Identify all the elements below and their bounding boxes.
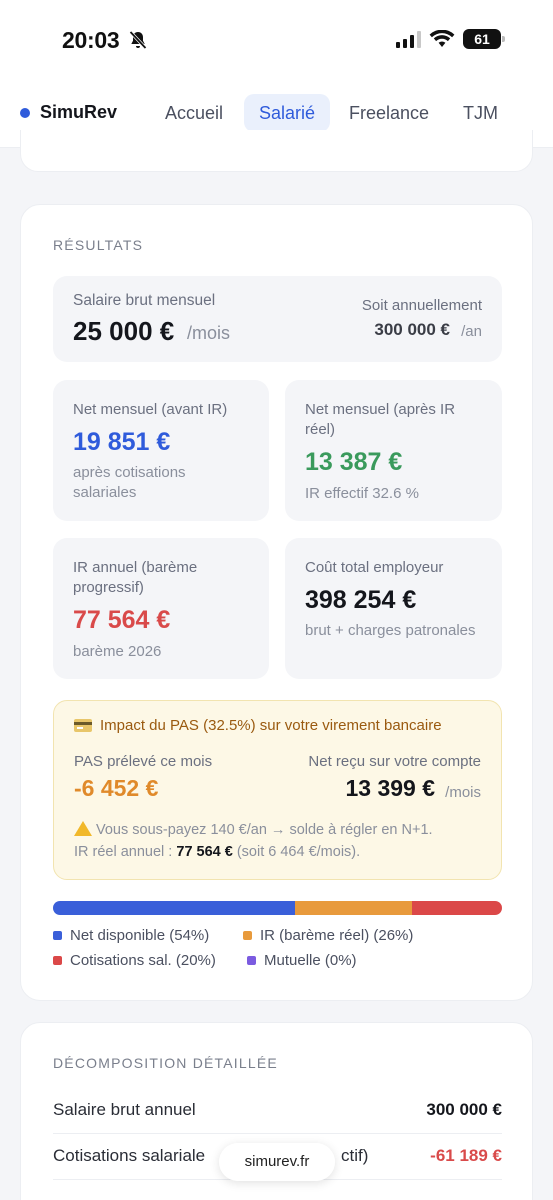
annual-value: 300 000 € <box>374 320 450 339</box>
net-before-ir-box: Net mensuel (avant IR) 19 851 € après co… <box>53 380 269 521</box>
decomp-row-value: -61 189 € <box>430 1146 502 1165</box>
net-after-value: 13 387 € <box>305 448 403 476</box>
status-right: 61 <box>396 29 505 49</box>
legend-ir-label: IR (barème réel) (26%) <box>260 927 414 944</box>
pas-impact-box: Impact du PAS (32.5%) sur votre virement… <box>53 700 502 880</box>
decomp-row-label: Salaire brut annuel <box>53 1100 196 1119</box>
signal-icon <box>396 30 421 48</box>
pas-received-unit: /mois <box>445 784 481 801</box>
legend-mutuelle-label: Mutuelle (0%) <box>264 952 357 969</box>
decomp-row-label-suffix: ctif) <box>341 1146 369 1165</box>
pas-received-value: 13 399 € <box>345 775 435 801</box>
decomp-row: Salaire brut annuel 300 000 € <box>53 1088 502 1134</box>
net-after-label: Net mensuel (après IR réel) <box>305 401 456 438</box>
breakdown-segment <box>53 901 296 915</box>
employer-cost-value: 398 254 € <box>305 586 417 614</box>
legend-mutuelle: Mutuelle (0%) <box>247 952 357 969</box>
tab-tjm[interactable]: TJM <box>448 94 513 132</box>
annual-label: Soit annuellement <box>361 297 482 314</box>
pas-warning-line2-prefix: IR réel annuel : <box>74 844 177 860</box>
legend-cotisations: Cotisations sal. (20%) <box>53 952 216 969</box>
breakdown-bar <box>53 901 502 915</box>
legend-net-label: Net disponible (54%) <box>70 927 210 944</box>
tab-freelance[interactable]: Freelance <box>334 94 444 132</box>
brand[interactable]: SimuRev <box>20 102 117 123</box>
legend-ir: IR (barème réel) (26%) <box>243 927 413 944</box>
ir-annual-label: IR annuel (barème progressif) <box>73 559 198 596</box>
legend-mutuelle-swatch <box>247 956 256 965</box>
site-url-pill[interactable]: simurev.fr <box>219 1143 335 1181</box>
net-before-value: 19 851 € <box>73 428 171 456</box>
legend-net: Net disponible (54%) <box>53 927 209 944</box>
decomp-row-value: 300 000 € <box>426 1100 502 1119</box>
net-after-sub: IR effectif 32.6 % <box>305 485 419 502</box>
pas-warning-line1: Vous sous-payez 140 €/an → solde à régle… <box>96 822 433 838</box>
tab-salarie[interactable]: Salarié <box>244 94 331 132</box>
brand-name: SimuRev <box>40 102 118 122</box>
gross-salary-box: Salaire brut mensuel 25 000 € /mois Soit… <box>53 276 502 362</box>
results-card: RÉSULTATS Salaire brut mensuel 25 000 € … <box>20 204 533 1001</box>
annual-unit: /an <box>461 323 482 340</box>
results-title: RÉSULTATS <box>53 237 144 253</box>
credit-card-icon <box>74 719 92 732</box>
net-after-ir-box: Net mensuel (après IR réel) 13 387 € IR … <box>285 380 502 521</box>
employer-cost-box: Coût total employeur 398 254 € brut + ch… <box>285 538 502 679</box>
status-bar: 20:03 61 <box>0 0 553 78</box>
decomp-row-label: Cotisations salariale <box>53 1146 206 1165</box>
battery-icon: 61 <box>463 29 505 49</box>
pas-withheld-value: -6 452 € <box>74 775 159 801</box>
net-before-sub: après cotisations salariales <box>73 464 186 501</box>
legend-net-swatch <box>53 931 62 940</box>
pas-title-row: Impact du PAS (32.5%) sur votre virement… <box>74 717 442 734</box>
net-before-label: Net mensuel (avant IR) <box>73 401 228 418</box>
gross-unit: /mois <box>187 323 231 343</box>
bell-muted-icon <box>129 30 147 50</box>
pas-withheld-label: PAS prélevé ce mois <box>74 753 213 770</box>
legend-cotisations-swatch <box>53 956 62 965</box>
ir-annual-box: IR annuel (barème progressif) 77 564 € b… <box>53 538 269 679</box>
ir-annual-value: 77 564 € <box>73 606 171 634</box>
decomposition-title: DÉCOMPOSITION DÉTAILLÉE <box>53 1055 278 1071</box>
gross-label: Salaire brut mensuel <box>73 292 216 309</box>
pas-warning-line2-suffix: (soit 6 464 €/mois). <box>232 844 361 860</box>
employer-cost-sub: brut + charges patronales <box>305 622 476 639</box>
wifi-icon <box>429 30 455 47</box>
employer-cost-label: Coût total employeur <box>305 559 444 576</box>
breakdown-segment <box>295 901 413 915</box>
warning-icon <box>74 821 92 836</box>
battery-level: 61 <box>474 31 490 47</box>
brand-dot-icon <box>20 107 30 118</box>
previous-card <box>20 130 533 172</box>
pas-title: Impact du PAS (32.5%) sur votre virement… <box>100 717 442 734</box>
pas-warning-line2-bold: 77 564 € <box>176 844 233 860</box>
pas-received-label: Net reçu sur votre compte <box>308 753 481 770</box>
pas-warning: Vous sous-payez 140 €/an → solde à régle… <box>74 819 433 863</box>
legend-ir-swatch <box>243 931 252 940</box>
status-time: 20:03 <box>62 27 120 53</box>
ir-annual-sub: barème 2026 <box>73 643 162 660</box>
gross-value: 25 000 € <box>73 316 175 346</box>
tab-accueil[interactable]: Accueil <box>150 94 238 132</box>
legend-cotisations-label: Cotisations sal. (20%) <box>70 952 216 969</box>
breakdown-segment <box>412 901 502 915</box>
